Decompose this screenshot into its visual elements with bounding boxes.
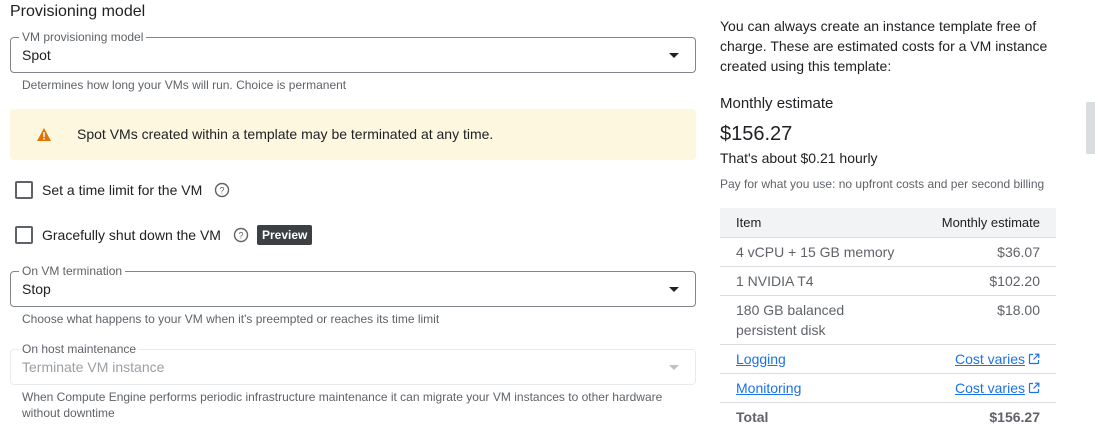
help-icon[interactable]: ? <box>214 182 230 198</box>
dropdown-arrow-icon <box>669 365 679 370</box>
termination-action-select[interactable]: On VM termination Stop <box>10 264 696 307</box>
warning-icon <box>37 128 51 141</box>
billing-note: Pay for what you use: no upfront costs a… <box>720 177 1045 191</box>
svg-text:?: ? <box>220 186 225 196</box>
estimate-cell: $18.00 <box>997 302 1040 318</box>
host-maintenance-select: On host maintenance Terminate VM instanc… <box>10 342 696 385</box>
termination-action-legend: On VM termination <box>19 264 126 278</box>
hourly-price: That's about $0.21 hourly <box>720 150 878 166</box>
termination-action-value: Stop <box>22 281 51 297</box>
svg-text:?: ? <box>238 231 243 241</box>
logging-cost-link[interactable]: Cost varies <box>955 349 1040 369</box>
dropdown-arrow-icon <box>669 287 679 292</box>
section-title: Provisioning model <box>10 3 146 20</box>
time-limit-label[interactable]: Set a time limit for the VM <box>42 182 202 198</box>
preview-badge: Preview <box>256 225 313 245</box>
estimate-cell: $102.20 <box>989 273 1040 289</box>
time-limit-checkbox[interactable] <box>15 181 33 199</box>
monitoring-cost-link[interactable]: Cost varies <box>955 378 1040 398</box>
item-column-header: Item <box>736 215 762 230</box>
help-icon[interactable]: ? <box>233 227 249 243</box>
estimate-cell: $36.07 <box>997 244 1040 260</box>
item-cell: 180 GB balanced persistent disk <box>736 302 845 338</box>
cost-varies-link[interactable]: Cost varies <box>955 351 1025 367</box>
provisioning-model-value: Spot <box>22 47 51 63</box>
table-total-row: Total $156.27 <box>720 402 1056 431</box>
host-maintenance-legend: On host maintenance <box>19 342 140 356</box>
monitoring-link[interactable]: Monitoring <box>736 378 801 398</box>
graceful-shutdown-label[interactable]: Gracefully shut down the VM <box>42 227 221 243</box>
time-limit-row: Set a time limit for the VM ? <box>15 180 230 200</box>
total-label: Total <box>736 409 769 425</box>
provisioning-model-helper: Determines how long your VMs will run. C… <box>22 78 347 92</box>
provisioning-model-legend: VM provisioning model <box>19 30 147 44</box>
estimate-column-header: Monthly estimate <box>941 215 1040 230</box>
table-row: 180 GB balanced persistent disk $18.00 <box>720 295 1056 344</box>
cost-varies-link[interactable]: Cost varies <box>955 380 1025 396</box>
dropdown-arrow-icon <box>669 53 679 58</box>
monthly-estimate-title: Monthly estimate <box>720 95 834 112</box>
table-row: Logging Cost varies <box>720 344 1056 373</box>
warning-text: Spot VMs created within a template may b… <box>77 126 494 142</box>
external-link-icon <box>1028 382 1040 394</box>
logging-link[interactable]: Logging <box>736 349 786 369</box>
cost-table: Item Monthly estimate 4 vCPU + 15 GB mem… <box>720 208 1056 431</box>
total-value: $156.27 <box>989 409 1040 425</box>
table-header: Item Monthly estimate <box>720 208 1056 237</box>
spot-warning-banner: Spot VMs created within a template may b… <box>10 109 696 160</box>
external-link-icon <box>1028 353 1040 365</box>
table-row: 4 vCPU + 15 GB memory $36.07 <box>720 237 1056 266</box>
item-cell: 4 vCPU + 15 GB memory <box>736 244 895 260</box>
provisioning-model-select[interactable]: VM provisioning model Spot <box>10 30 696 73</box>
pricing-intro: You can always create an instance templa… <box>720 18 1048 74</box>
scrollbar-thumb[interactable] <box>1086 102 1095 154</box>
monthly-price: $156.27 <box>720 123 793 145</box>
host-maintenance-helper: When Compute Engine performs periodic in… <box>22 390 663 420</box>
termination-action-helper: Choose what happens to your VM when it's… <box>22 312 440 326</box>
graceful-shutdown-checkbox[interactable] <box>15 226 33 244</box>
graceful-shutdown-row: Gracefully shut down the VM ? Preview <box>15 225 313 245</box>
item-cell: 1 NVIDIA T4 <box>736 273 814 289</box>
host-maintenance-value: Terminate VM instance <box>22 359 165 375</box>
table-row: 1 NVIDIA T4 $102.20 <box>720 266 1056 295</box>
table-row: Monitoring Cost varies <box>720 373 1056 402</box>
